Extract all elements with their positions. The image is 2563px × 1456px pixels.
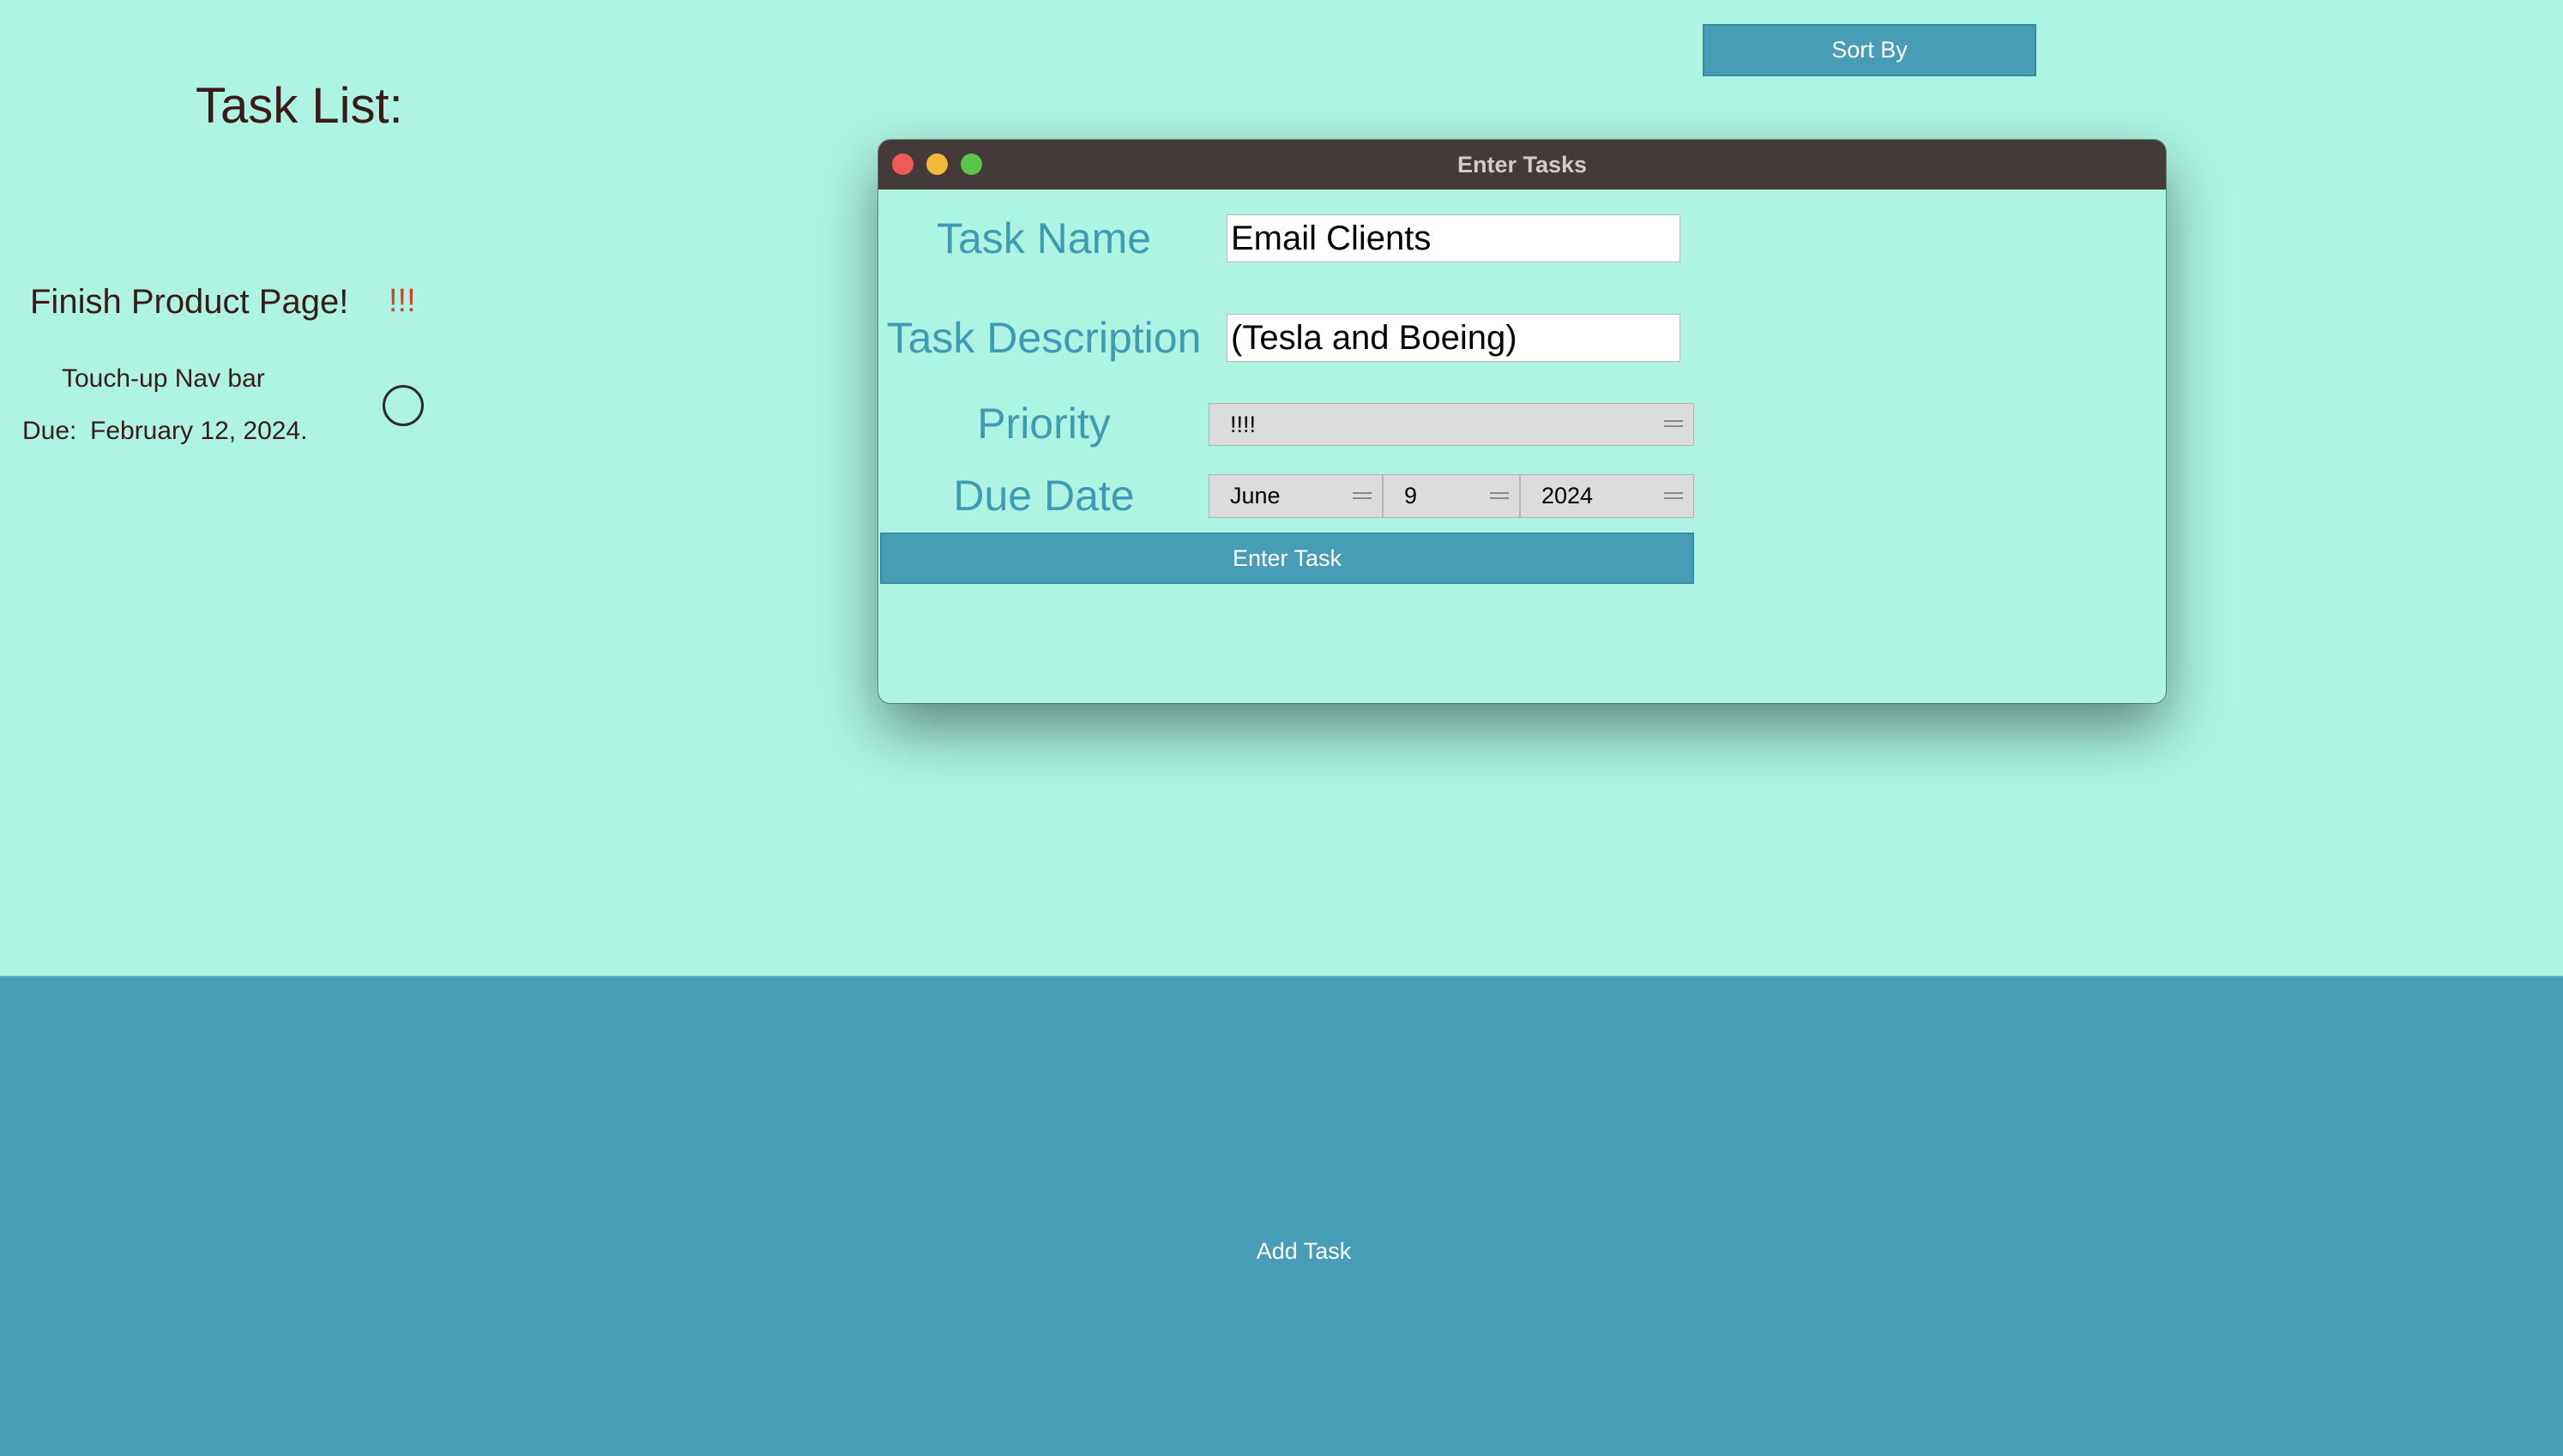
due-month-select[interactable]: June (1209, 474, 1383, 518)
priority-select[interactable]: !!!! (1209, 403, 1694, 446)
enter-task-button[interactable]: Enter Task (880, 532, 1694, 584)
select-arrows-icon (1664, 418, 1683, 430)
due-year-value: 2024 (1541, 483, 1594, 508)
task-title: Finish Product Page! (30, 283, 349, 321)
due-month-value: June (1230, 483, 1281, 508)
priority-label: Priority (977, 400, 1111, 448)
add-task-button[interactable] (0, 976, 2563, 1456)
enter-tasks-window: Enter Tasks Task Name Task Description P… (878, 140, 2166, 703)
sort-by-button[interactable]: Sort By (1703, 24, 2036, 76)
due-day-select[interactable]: 9 (1383, 474, 1520, 518)
complete-task-circle-icon[interactable] (383, 385, 424, 426)
task-description-input[interactable] (1227, 314, 1680, 362)
task-name-label: Task Name (936, 214, 1152, 262)
due-day-value: 9 (1404, 483, 1418, 508)
select-arrows-icon (1353, 490, 1372, 502)
task-name-input[interactable] (1227, 214, 1680, 262)
task-description-label: Task Description (886, 314, 1202, 362)
priority-select-value: !!!! (1230, 411, 1257, 437)
close-window-icon[interactable] (892, 153, 914, 175)
due-label: Due: (22, 417, 77, 445)
maximize-window-icon[interactable] (961, 153, 982, 175)
task-description: Touch-up Nav bar (62, 364, 265, 393)
minimize-window-icon[interactable] (926, 153, 948, 175)
window-title: Enter Tasks (1456, 152, 1588, 177)
select-arrows-icon (1664, 490, 1683, 502)
due-year-select[interactable]: 2024 (1520, 474, 1694, 518)
task-priority: !!! (389, 283, 416, 319)
due-date: February 12, 2024. (90, 417, 308, 445)
add-task-label: Add Task (1256, 1238, 1352, 1264)
page-title: Task List: (196, 78, 403, 134)
select-arrows-icon (1490, 490, 1509, 502)
due-date-label: Due Date (953, 472, 1135, 520)
